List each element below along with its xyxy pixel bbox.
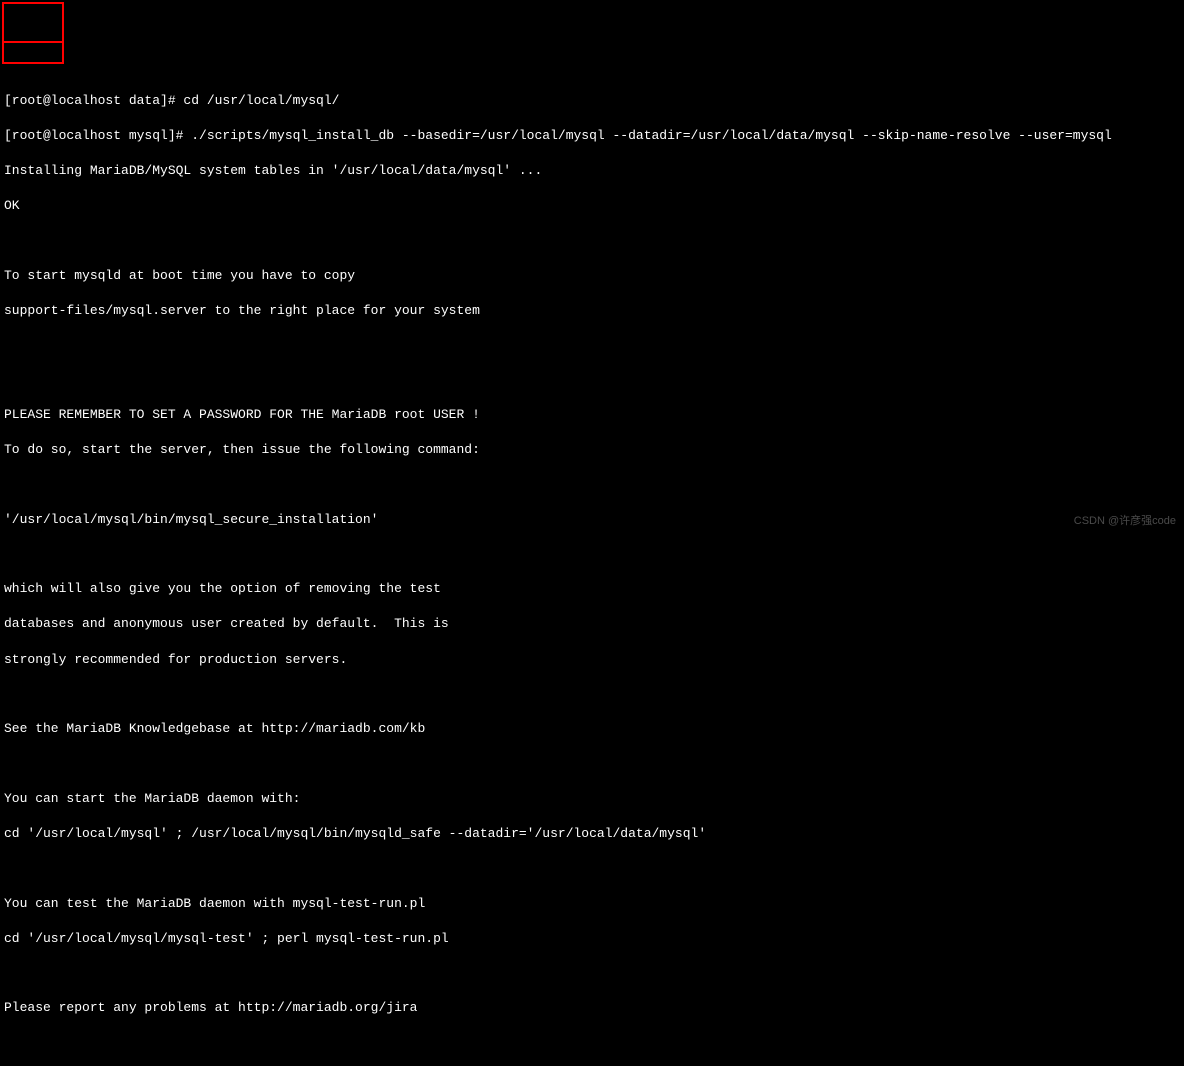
terminal-line: To start mysqld at boot time you have to… — [4, 267, 1180, 285]
terminal-line: cd '/usr/local/mysql/mysql-test' ; perl … — [4, 930, 1180, 948]
terminal-line — [4, 1034, 1180, 1051]
annotation-box — [2, 2, 64, 64]
terminal-line — [4, 686, 1180, 703]
terminal-line: which will also give you the option of r… — [4, 580, 1180, 598]
watermark: CSDN @许彦强code — [1074, 514, 1176, 529]
terminal-line: Installing MariaDB/MySQL system tables i… — [4, 162, 1180, 180]
terminal-line — [4, 755, 1180, 772]
terminal-line — [4, 860, 1180, 877]
terminal-line: [root@localhost mysql]# ./scripts/mysql_… — [4, 127, 1180, 145]
terminal-line — [4, 546, 1180, 563]
terminal-line: You can test the MariaDB daemon with mys… — [4, 895, 1180, 913]
terminal-line: support-files/mysql.server to the right … — [4, 302, 1180, 320]
terminal-line: cd '/usr/local/mysql' ; /usr/local/mysql… — [4, 825, 1180, 843]
terminal-line: [root@localhost data]# cd /usr/local/mys… — [4, 92, 1180, 110]
terminal-line: '/usr/local/mysql/bin/mysql_secure_insta… — [4, 511, 1180, 529]
terminal-line: To do so, start the server, then issue t… — [4, 441, 1180, 459]
terminal-line: databases and anonymous user created by … — [4, 615, 1180, 633]
terminal-line: See the MariaDB Knowledgebase at http://… — [4, 720, 1180, 738]
terminal-line — [4, 232, 1180, 249]
terminal-line: PLEASE REMEMBER TO SET A PASSWORD FOR TH… — [4, 406, 1180, 424]
terminal-line — [4, 337, 1180, 354]
terminal-line — [4, 965, 1180, 982]
terminal-line — [4, 371, 1180, 388]
terminal-line — [4, 476, 1180, 493]
terminal-output[interactable]: [root@localhost data]# cd /usr/local/mys… — [4, 74, 1180, 1066]
terminal-line: Please report any problems at http://mar… — [4, 999, 1180, 1017]
terminal-line: OK — [4, 197, 1180, 215]
terminal-line: You can start the MariaDB daemon with: — [4, 790, 1180, 808]
terminal-line: strongly recommended for production serv… — [4, 651, 1180, 669]
annotation-strikethrough — [2, 41, 64, 43]
